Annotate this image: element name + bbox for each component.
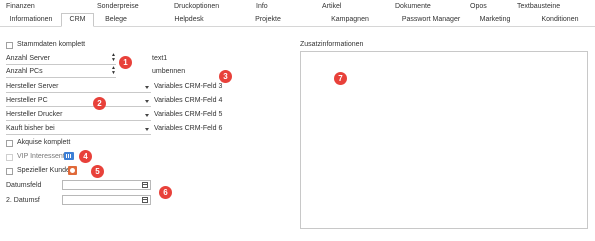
datumsfeld-label: Datumsfeld — [6, 182, 42, 189]
marker-7: 7 — [334, 72, 347, 85]
tab-sonderpreise[interactable]: Sonderpreise — [97, 2, 139, 12]
marker-4: 4 — [79, 150, 92, 163]
hersteller-drucker-label: Hersteller Drucker — [6, 111, 63, 118]
kauft-bisher-value: Variables CRM-Feld 6 — [154, 125, 223, 132]
marker-3: 3 — [219, 70, 232, 83]
stammdaten-komplett-row: Stammdaten komplett — [6, 40, 85, 50]
calendar-icon[interactable] — [142, 197, 148, 203]
hersteller-drucker-dropdown-icon[interactable] — [145, 114, 149, 117]
hersteller-pc-select[interactable] — [6, 106, 151, 107]
tab-finanzen[interactable]: Finanzen — [6, 2, 35, 12]
anzahl-pcs-label: Anzahl PCs — [6, 68, 43, 75]
calendar-icon[interactable] — [142, 182, 148, 188]
tab-druckoptionen[interactable]: Druckoptionen — [174, 2, 219, 12]
hersteller-server-label: Hersteller Server — [6, 83, 59, 90]
zusatzinformationen-label: Zusatzinformationen — [300, 41, 364, 48]
akquise-komplett-row: Akquise komplett — [6, 138, 70, 148]
hersteller-drucker-value: Variables CRM-Feld 5 — [154, 111, 223, 118]
tab-konditionen[interactable]: Konditionen — [532, 14, 588, 26]
marker-1: 1 — [119, 56, 132, 69]
datumsfeld-input[interactable] — [62, 180, 151, 190]
spezieller-kunde-checkbox[interactable] — [6, 167, 13, 175]
anzahl-pcs-input[interactable] — [6, 77, 116, 78]
stammdaten-komplett-checkbox[interactable] — [6, 41, 13, 49]
anzahl-server-text: text1 — [152, 55, 168, 62]
spezieller-kunde-row: Spezieller Kunde — [6, 166, 70, 176]
hersteller-server-select[interactable] — [6, 92, 151, 93]
kauft-bisher-select[interactable] — [6, 134, 151, 135]
datumsf2-label: 2. Datumsf — [6, 197, 40, 204]
tab-marketing[interactable]: Marketing — [470, 14, 520, 26]
kauft-bisher-label: Kauft bisher bei — [6, 125, 55, 132]
tab-dokumente[interactable]: Dokumente — [395, 2, 431, 12]
anzahl-server-spinner[interactable]: ▲ ▼ — [111, 53, 116, 62]
tab-crm[interactable]: CRM — [61, 13, 94, 27]
kauft-bisher-dropdown-icon[interactable] — [145, 128, 149, 131]
marker-6: 6 — [159, 186, 172, 199]
crm-panel: Finanzen Sonderpreise Druckoptionen Info… — [0, 0, 595, 241]
hersteller-drucker-select[interactable] — [6, 120, 151, 121]
akquise-komplett-checkbox[interactable] — [6, 139, 13, 147]
datumsf2-input[interactable] — [62, 195, 151, 205]
spezieller-kunde-label: Spezieller Kunde — [17, 167, 70, 174]
hersteller-server-dropdown-icon[interactable] — [145, 86, 149, 89]
tab-projekte[interactable]: Projekte — [248, 14, 288, 26]
anzahl-server-label: Anzahl Server — [6, 55, 50, 62]
stammdaten-komplett-label: Stammdaten komplett — [17, 41, 86, 48]
vip-interessent-checkbox[interactable] — [6, 153, 13, 161]
hersteller-pc-dropdown-icon[interactable] — [145, 100, 149, 103]
hersteller-server-value: Variables CRM-Feld 3 — [154, 83, 223, 90]
tab-artikel[interactable]: Artikel — [322, 2, 341, 12]
tab-kampagnen[interactable]: Kampagnen — [326, 14, 374, 26]
tab-helpdesk[interactable]: Helpdesk — [170, 14, 208, 26]
special-customer-icon — [68, 166, 77, 175]
tab-opos[interactable]: Opos — [470, 2, 487, 12]
tab-passwort-manager[interactable]: Passwort Manager — [394, 14, 468, 26]
marker-2: 2 — [93, 97, 106, 110]
vip-interessent-row: VIP Interessent — [6, 152, 65, 162]
akquise-komplett-label: Akquise komplett — [17, 139, 71, 146]
hersteller-pc-value: Variables CRM-Feld 4 — [154, 97, 223, 104]
tab-informationen[interactable]: Informationen — [6, 14, 56, 26]
tab-textbausteine[interactable]: Textbausteine — [517, 2, 560, 12]
vip-badge-icon — [64, 152, 74, 160]
tab-row-bottom: Informationen CRM Belege Helpdesk Projek… — [0, 13, 595, 27]
marker-5: 5 — [91, 165, 104, 178]
hersteller-pc-label: Hersteller PC — [6, 97, 48, 104]
vip-interessent-label: VIP Interessent — [17, 153, 65, 160]
anzahl-pcs-text: umbennen — [152, 68, 186, 75]
tab-info[interactable]: Info — [256, 2, 268, 12]
anzahl-pcs-spinner[interactable]: ▲ ▼ — [111, 66, 116, 75]
tab-belege[interactable]: Belege — [96, 14, 136, 26]
anzahl-server-input[interactable] — [6, 64, 116, 65]
tab-row-top: Finanzen Sonderpreise Druckoptionen Info… — [0, 2, 595, 12]
